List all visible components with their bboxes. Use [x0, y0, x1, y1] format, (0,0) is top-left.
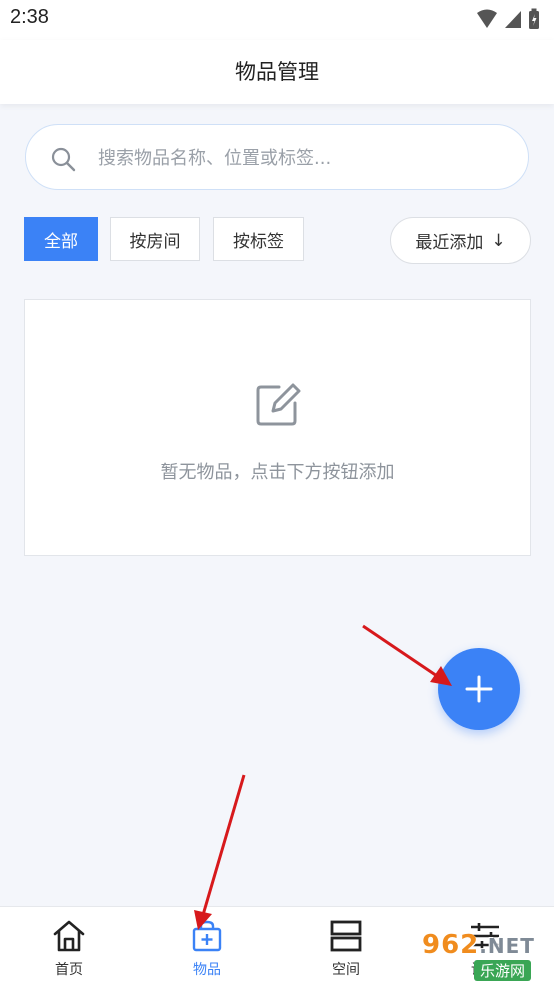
status-bar: 2:38: [0, 0, 554, 40]
box-icon: [192, 920, 222, 952]
home-icon: [53, 920, 85, 952]
filter-chip-label: 按房间: [129, 231, 181, 252]
nav-label: 首页: [55, 962, 83, 978]
sort-button[interactable]: 最近添加 ↓: [390, 217, 531, 264]
filter-chip-by-room[interactable]: 按房间: [110, 217, 200, 261]
nav-item-items[interactable]: 物品: [138, 907, 276, 985]
empty-state-card: 暂无物品，点击下方按钮添加: [24, 299, 531, 556]
app-header: 物品管理: [0, 40, 554, 104]
space-icon: [330, 920, 362, 952]
status-icons: [476, 8, 540, 30]
search-icon: [51, 147, 76, 172]
empty-state-text: 暂无物品，点击下方按钮添加: [160, 462, 395, 483]
filter-chip-all[interactable]: 全部: [24, 217, 98, 261]
nav-label: 空间: [332, 962, 360, 978]
filter-chip-label: 全部: [44, 231, 78, 252]
plus-icon: [465, 675, 493, 703]
filter-chip-label: 按标签: [233, 231, 284, 252]
edit-icon: [256, 383, 301, 426]
battery-icon: [529, 8, 539, 29]
arrow-to-fab: [362, 624, 441, 680]
add-item-fab[interactable]: [438, 648, 520, 730]
watermark-tagline: 乐游网: [474, 960, 532, 981]
sort-label: 最近添加: [415, 233, 484, 253]
status-time: 2:38: [10, 6, 49, 28]
signal-icon: [505, 11, 521, 28]
nav-label: 物品: [193, 962, 221, 978]
wifi-icon: [477, 9, 497, 28]
watermark-number: 962: [422, 930, 480, 960]
search-input[interactable]: [96, 139, 500, 177]
nav-item-space[interactable]: 空间: [277, 907, 415, 985]
search-box[interactable]: [25, 124, 529, 190]
arrow-to-items-tab: [201, 774, 246, 916]
filter-chip-by-tag[interactable]: 按标签: [213, 217, 304, 261]
watermark-brand: 962.NET: [422, 930, 535, 960]
watermark-suffix: .NET: [479, 934, 535, 958]
nav-item-home[interactable]: 首页: [0, 907, 138, 985]
arrow-down-icon: ↓: [491, 230, 506, 251]
page-title: 物品管理: [235, 60, 319, 84]
watermark-logo: 962.NET 乐游网: [412, 930, 552, 982]
